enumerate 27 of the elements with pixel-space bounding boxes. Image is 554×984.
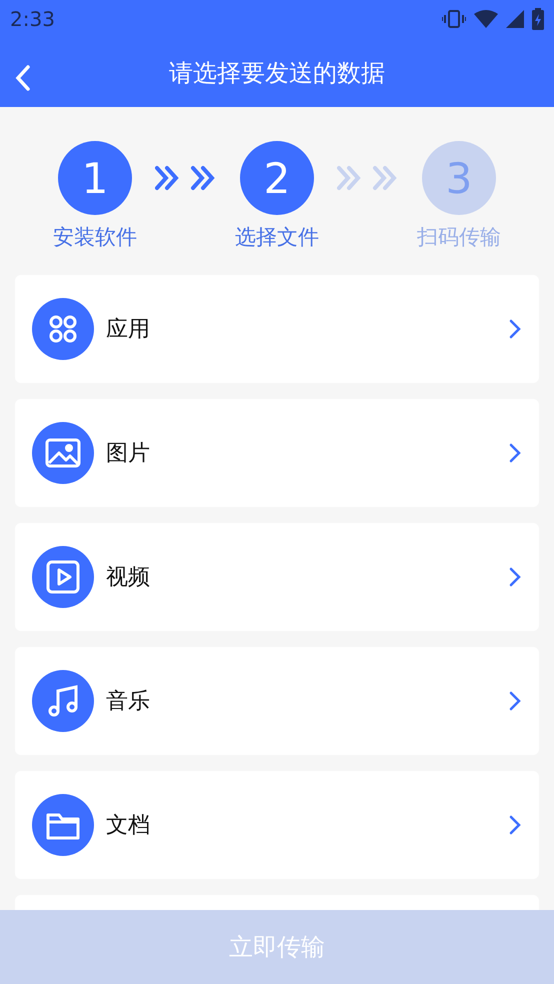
- category-label: 文档: [106, 812, 151, 840]
- category-item[interactable]: 视频: [15, 523, 539, 631]
- category-label: 音乐: [106, 688, 151, 716]
- step-label: 安装软件: [53, 224, 137, 251]
- page-title: 请选择要发送的数据: [169, 58, 385, 88]
- chevron-right-icon: [508, 566, 522, 588]
- category-label: 图片: [106, 440, 151, 468]
- category-item[interactable]: 图片: [15, 399, 539, 507]
- step-label: 扫码传输: [417, 224, 501, 251]
- category-item[interactable]: 文档: [15, 771, 539, 879]
- step-number: 2: [240, 141, 314, 215]
- chevron-right-icon: [508, 690, 522, 712]
- status-time: 2:33: [10, 7, 55, 31]
- step-number: 1: [58, 141, 132, 215]
- chevron-right-icon: [508, 318, 522, 340]
- category-label: 应用: [106, 316, 151, 344]
- battery-icon: [532, 8, 544, 30]
- category-label: 视频: [106, 564, 151, 592]
- category-item[interactable]: 应用: [15, 275, 539, 383]
- signal-icon: [506, 10, 524, 28]
- step-number: 3: [422, 141, 496, 215]
- wifi-icon: [474, 10, 498, 28]
- chevron-right-icon: [508, 814, 522, 836]
- step-label: 选择文件: [235, 224, 319, 251]
- chevron-right-icon: [508, 442, 522, 464]
- vibrate-icon: [442, 9, 466, 29]
- category-item[interactable]: 音乐: [15, 647, 539, 755]
